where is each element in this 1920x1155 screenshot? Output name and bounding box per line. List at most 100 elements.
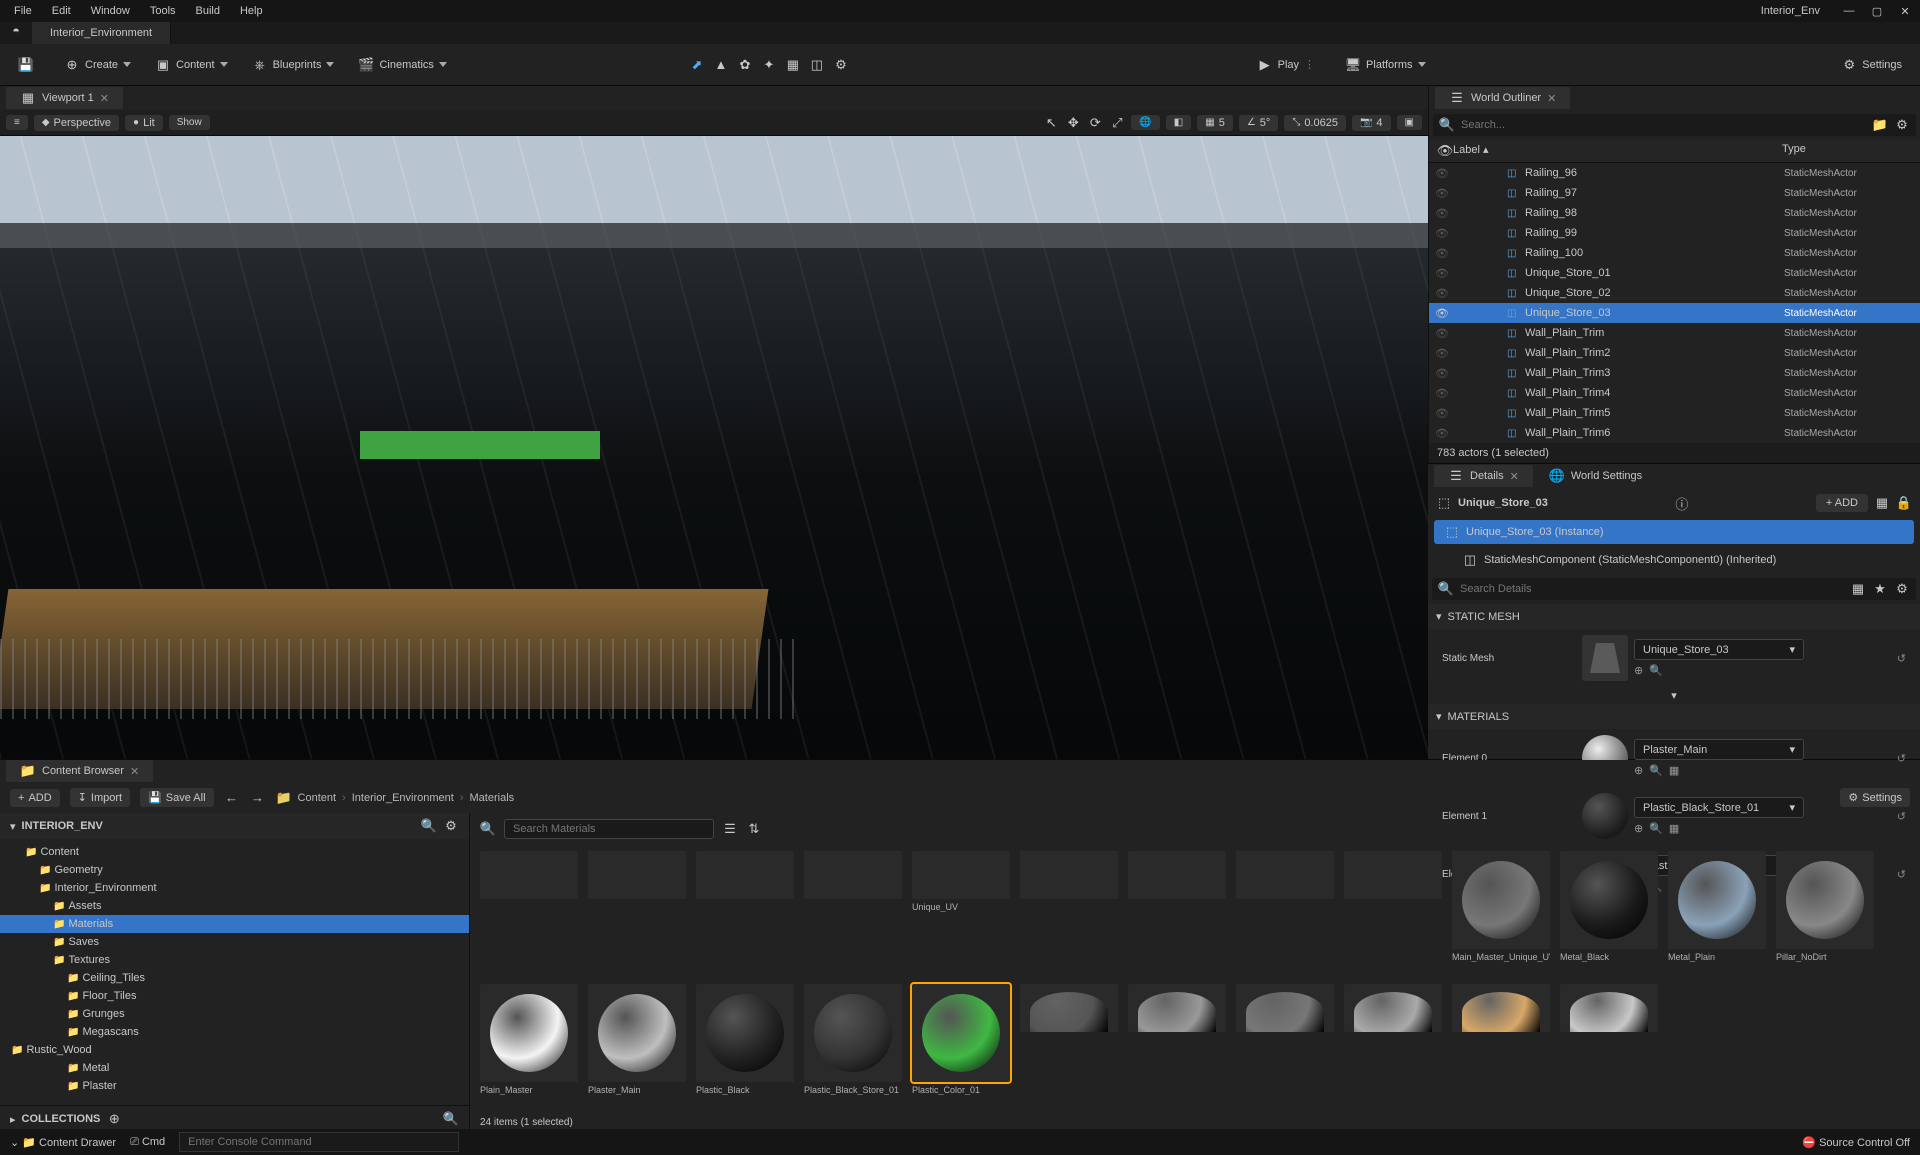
mesh-dropdown[interactable]: Unique_Store_03▾ — [1634, 639, 1804, 660]
tab-content-browser[interactable]: 📁 Content Browser ✕ — [6, 760, 153, 782]
outliner-row[interactable]: 👁◫Railing_96StaticMeshActor — [1429, 163, 1920, 183]
info-icon[interactable]: ⓘ — [1674, 495, 1690, 511]
settings-button[interactable]: ⚙Settings — [1833, 53, 1910, 77]
cb-settings-button[interactable]: ⚙ Settings — [1840, 788, 1910, 807]
textures-icon[interactable]: ▦ — [1669, 822, 1679, 835]
crumb-content[interactable]: Content — [298, 792, 337, 804]
viewport-maximize[interactable]: ▣ — [1397, 115, 1422, 130]
search-icon[interactable]: 🔍 — [443, 1111, 459, 1127]
section-materials[interactable]: ▾ MATERIALS — [1428, 704, 1920, 729]
tab-outliner[interactable]: ☰ World Outliner ✕ — [1435, 87, 1570, 109]
outliner-search-input[interactable] — [1461, 119, 1866, 131]
tree-item[interactable]: 📁Geometry — [0, 861, 469, 879]
visibility-icon[interactable]: 👁 — [1435, 247, 1451, 260]
filter-icon[interactable]: ⚙ — [1894, 117, 1910, 133]
edit-blueprint-icon[interactable]: ▦ — [1874, 495, 1890, 511]
eye-icon[interactable]: 👁 — [1437, 143, 1453, 159]
surface-snap[interactable]: ◧ — [1166, 115, 1191, 130]
content-drawer-button[interactable]: ⌄ 📁 Content Drawer — [10, 1136, 116, 1149]
history-back-icon[interactable]: ← — [224, 790, 240, 806]
crumb-materials[interactable]: Materials — [470, 792, 515, 804]
reset-icon[interactable]: ↺ — [1897, 810, 1906, 823]
reset-icon[interactable]: ↺ — [1897, 752, 1906, 765]
tree-item[interactable]: 📁Megascans — [0, 1023, 469, 1041]
mode-mesh-icon[interactable]: ✦ — [761, 57, 777, 73]
minimize-icon[interactable]: — — [1838, 2, 1860, 20]
details-search-input[interactable] — [1460, 583, 1844, 595]
outliner-row[interactable]: 👁◫Unique_Store_02StaticMeshActor — [1429, 283, 1920, 303]
cmd-button[interactable]: ⎚ Cmd — [130, 1136, 165, 1149]
outliner-row[interactable]: 👁◫Railing_98StaticMeshActor — [1429, 203, 1920, 223]
asset-item[interactable] — [1128, 984, 1226, 1107]
close-tab-icon[interactable]: ✕ — [1547, 92, 1556, 105]
mode-brush-icon[interactable]: ◫ — [809, 57, 825, 73]
tree-item[interactable]: 📁Textures — [0, 951, 469, 969]
outliner-row[interactable]: 👁◫Wall_Plain_Trim2StaticMeshActor — [1429, 343, 1920, 363]
component-root[interactable]: ⬚ Unique_Store_03 (Instance) — [1434, 520, 1914, 544]
asset-item[interactable]: Metal_Plain — [1668, 851, 1766, 974]
level-tab[interactable]: Interior_Environment — [32, 22, 171, 44]
asset-item[interactable] — [1560, 984, 1658, 1107]
section-static-mesh[interactable]: ▾ STATIC MESH — [1428, 604, 1920, 629]
visibility-icon[interactable]: 👁 — [1435, 187, 1451, 200]
tree-item[interactable]: 📁Saves — [0, 933, 469, 951]
source-tree[interactable]: 📁Content📁Geometry📁Interior_Environment📁A… — [0, 839, 469, 1105]
close-tab-icon[interactable]: ✕ — [100, 92, 109, 105]
use-selected-icon[interactable]: ⊕ — [1634, 822, 1643, 835]
browse-icon[interactable]: 🔍 — [1649, 764, 1663, 777]
asset-search-input[interactable] — [504, 819, 714, 839]
asset-item[interactable] — [1236, 851, 1334, 974]
rotate-tool-icon[interactable]: ⟳ — [1087, 115, 1103, 131]
cb-saveall-button[interactable]: 💾 Save All — [140, 788, 213, 807]
tab-world-settings[interactable]: 🌐 World Settings — [1535, 465, 1656, 487]
add-component-button[interactable]: + ADD — [1816, 494, 1868, 512]
reset-icon[interactable]: ↺ — [1897, 868, 1906, 881]
use-selected-icon[interactable]: ⊕ — [1634, 764, 1643, 777]
col-label[interactable]: Label ▴ — [1453, 143, 1782, 159]
asset-item[interactable]: Unique_UV — [912, 851, 1010, 974]
menu-build[interactable]: Build — [186, 2, 230, 20]
tree-item[interactable]: 📁Rustic_Wood — [0, 1041, 469, 1059]
mode-landscape-icon[interactable]: ▲ — [713, 57, 729, 73]
content-button[interactable]: ▣Content — [147, 53, 236, 77]
history-fwd-icon[interactable]: → — [250, 790, 266, 806]
viewport-render[interactable] — [0, 136, 1428, 759]
show-dropdown[interactable]: Show — [169, 115, 210, 130]
cb-add-button[interactable]: + ADD — [10, 789, 60, 807]
visibility-icon[interactable]: 👁 — [1435, 307, 1451, 320]
new-folder-icon[interactable]: 📁 — [1872, 117, 1888, 133]
outliner-row[interactable]: 👁◫Wall_Plain_Trim4StaticMeshActor — [1429, 383, 1920, 403]
cinematics-button[interactable]: 🎬Cinematics — [350, 53, 454, 77]
grid-snap[interactable]: ▦ 5 — [1197, 115, 1233, 131]
tree-item[interactable]: 📁Content — [0, 843, 469, 861]
outliner-row[interactable]: 👁◫Wall_Plain_TrimStaticMeshActor — [1429, 323, 1920, 343]
visibility-icon[interactable]: 👁 — [1435, 387, 1451, 400]
material-dropdown-0[interactable]: Plaster_Main▾ — [1634, 739, 1804, 760]
asset-item[interactable] — [588, 851, 686, 974]
search-icon[interactable]: 🔍 — [421, 818, 437, 834]
col-type[interactable]: Type — [1782, 143, 1912, 159]
asset-item[interactable] — [1236, 984, 1334, 1107]
outliner-row[interactable]: 👁◫Wall_Plain_Trim5StaticMeshActor — [1429, 403, 1920, 423]
mode-animation-icon[interactable]: ⚙ — [833, 57, 849, 73]
angle-snap[interactable]: ∠ 5° — [1239, 115, 1279, 131]
blueprints-button[interactable]: ⎈Blueprints — [244, 53, 343, 77]
visibility-icon[interactable]: 👁 — [1435, 167, 1451, 180]
project-header[interactable]: ▾ INTERIOR_ENV🔍⚙ — [0, 813, 469, 839]
use-selected-icon[interactable]: ⊕ — [1634, 664, 1643, 677]
visibility-icon[interactable]: 👁 — [1435, 207, 1451, 220]
outliner-row[interactable]: 👁◫Unique_Store_01StaticMeshActor — [1429, 263, 1920, 283]
sort-icon[interactable]: ⇅ — [746, 821, 762, 837]
tab-details[interactable]: ☰ Details ✕ — [1434, 465, 1533, 487]
collections-header[interactable]: ▸ COLLECTIONS ⊕🔍 — [0, 1105, 469, 1132]
mode-select-icon[interactable]: ⬈ — [689, 57, 705, 73]
expand-icon[interactable]: ▾ — [1671, 690, 1677, 702]
select-tool-icon[interactable]: ↖ — [1043, 115, 1059, 131]
asset-item[interactable]: Plastic_Color_01 — [912, 984, 1010, 1107]
console-input[interactable] — [179, 1132, 459, 1152]
close-icon[interactable]: ✕ — [1894, 2, 1916, 20]
asset-item[interactable]: Plastic_Black — [696, 984, 794, 1107]
menu-window[interactable]: Window — [81, 2, 140, 20]
tree-item[interactable]: 📁Grunges — [0, 1005, 469, 1023]
asset-item[interactable]: Pillar_NoDirt — [1776, 851, 1874, 974]
